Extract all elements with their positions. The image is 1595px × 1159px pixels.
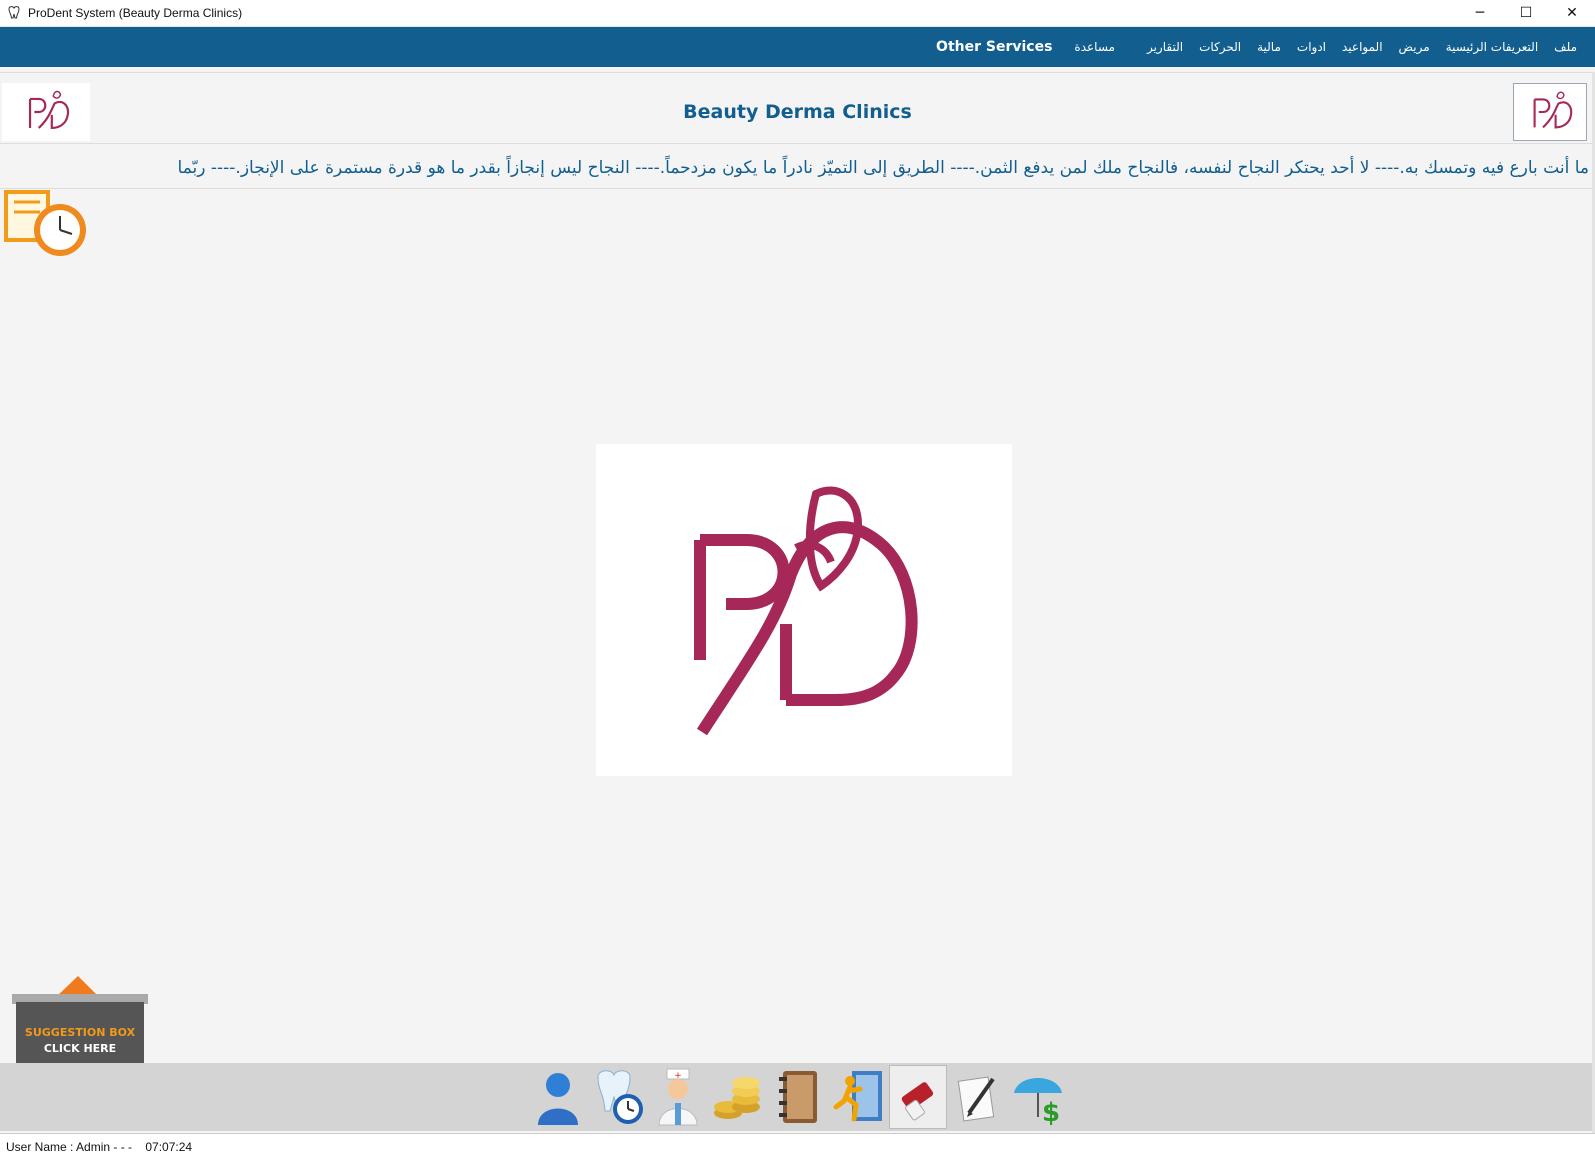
clinic-logo-right <box>1513 83 1587 141</box>
quotes-ticker: ما أنت بارع فيه وتمسك به.---- لا أحد يحت… <box>0 150 1595 189</box>
app-tooth-icon <box>8 6 20 19</box>
menu-bar: ملف التعريفات الرئيسية مريض المواعيد ادو… <box>0 27 1595 67</box>
appointments-button[interactable] <box>589 1065 647 1129</box>
menu-main-definitions[interactable]: التعريفات الرئيسية <box>1446 40 1539 54</box>
quick-launch-bar: + $ <box>0 1063 1595 1131</box>
suggestion-box-label: SUGGESTION BOX <box>24 1026 136 1039</box>
menu-appointments[interactable]: المواعيد <box>1342 40 1383 54</box>
bd-logo-large-icon <box>694 486 918 736</box>
patients-button[interactable] <box>529 1065 587 1129</box>
menu-transactions[interactable]: الحركات <box>1199 40 1241 54</box>
svg-text:$: $ <box>1042 1098 1060 1127</box>
clinic-title: Beauty Derma Clinics <box>683 101 912 123</box>
runner-exit-icon <box>833 1071 882 1122</box>
suggestion-box-button[interactable]: SUGGESTION BOX CLICK HERE <box>10 972 150 1072</box>
suggestion-box-icon <box>10 976 150 1072</box>
title-bar: ProDent System (Beauty Derma Clinics) ─ … <box>0 0 1595 27</box>
exit-button[interactable] <box>829 1065 887 1129</box>
status-text: User Name : Admin - - - 07:07:24 <box>6 1139 193 1154</box>
maximize-button[interactable]: ☐ <box>1503 0 1549 26</box>
tooth-clock-icon <box>596 1070 643 1124</box>
status-bar: User Name : Admin - - - 07:07:24 <box>0 1133 1595 1159</box>
schedule-clock-icon <box>4 190 86 256</box>
menu-reports[interactable]: التقارير <box>1147 40 1183 54</box>
contacts-button[interactable] <box>769 1065 827 1129</box>
menu-file[interactable]: ملف <box>1554 40 1577 54</box>
suggestion-click-label: CLICK HERE <box>43 1042 117 1055</box>
menu-other-services[interactable]: Other Services <box>936 39 1052 55</box>
eraser-button[interactable] <box>888 1065 947 1129</box>
doctors-button[interactable]: + <box>649 1065 707 1129</box>
finance-button[interactable] <box>709 1065 767 1129</box>
clinic-header: Beauty Derma Clinics <box>0 72 1595 144</box>
pen-paper-icon <box>957 1076 995 1122</box>
eraser-icon <box>901 1082 933 1121</box>
menu-help[interactable]: مساعدة <box>1074 40 1115 54</box>
schedule-clock-button[interactable] <box>2 190 92 258</box>
menu-finance[interactable]: مالية <box>1257 40 1281 54</box>
nurse-icon: + <box>657 1068 698 1126</box>
ticker-text: ما أنت بارع فيه وتمسك به.---- لا أحد يحت… <box>177 158 1589 178</box>
address-book-icon <box>778 1071 817 1123</box>
minimize-button[interactable]: ─ <box>1457 0 1503 26</box>
menu-patient[interactable]: مريض <box>1399 40 1430 54</box>
close-button[interactable]: ✕ <box>1549 0 1595 26</box>
notes-button[interactable] <box>949 1065 1007 1129</box>
umbrella-dollar-icon: $ <box>1013 1078 1062 1127</box>
user-icon <box>537 1073 578 1125</box>
bd-logo-icon <box>1533 91 1573 129</box>
window-title: ProDent System (Beauty Derma Clinics) <box>28 6 243 20</box>
coins-icon <box>713 1077 760 1119</box>
insurance-button[interactable]: $ <box>1009 1065 1067 1129</box>
center-clinic-logo <box>596 444 1012 776</box>
menu-tools[interactable]: ادوات <box>1297 40 1326 54</box>
